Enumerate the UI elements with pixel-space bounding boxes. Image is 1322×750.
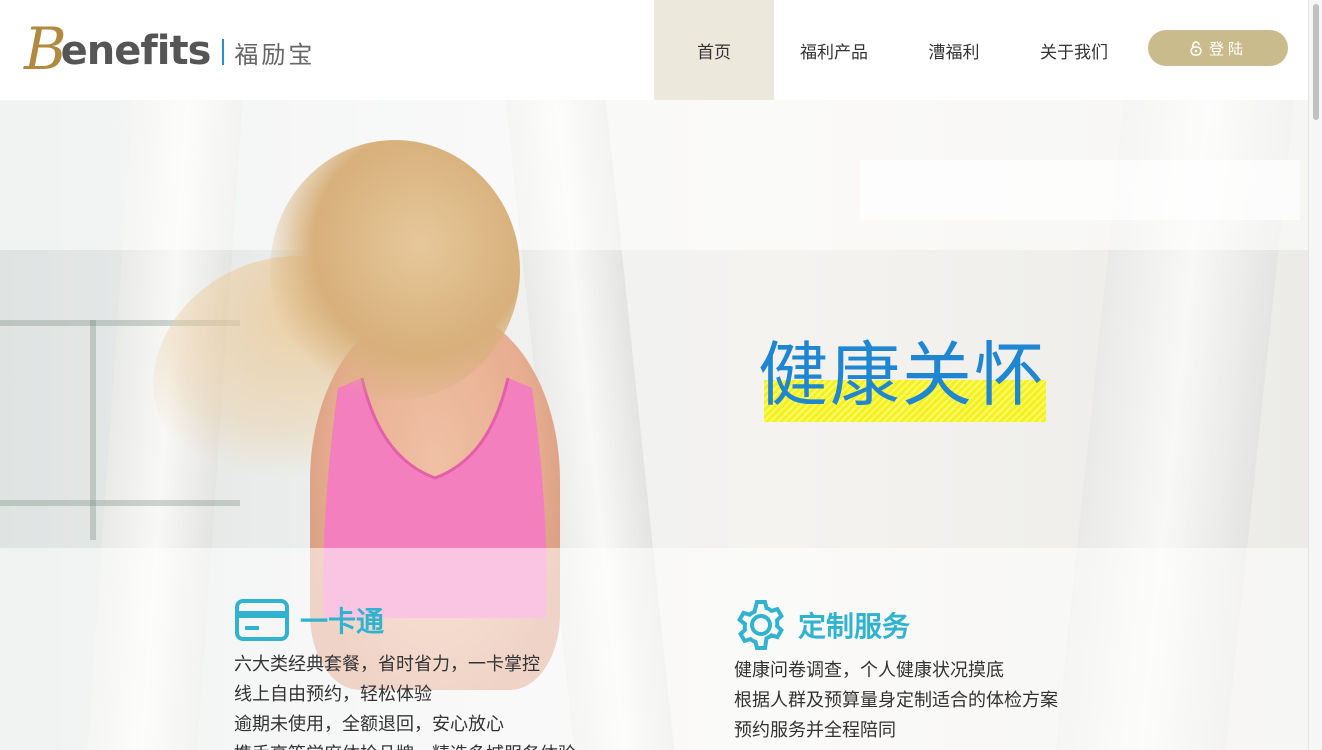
feature-description: 六大类经典套餐，省时省力，一卡掌控 线上自由预约，轻松体验 逾期未使用，全额退回… <box>234 650 576 750</box>
feature-description: 健康问卷调查，个人健康状况摸底 根据人群及预算量身定制适合的体检方案 预约服务并… <box>734 656 1058 746</box>
nav-item-caofuli[interactable]: 漕福利 <box>894 0 1014 100</box>
feature-line: 健康问卷调查，个人健康状况摸底 <box>734 660 1004 681</box>
gear-icon <box>736 600 784 650</box>
page-scrollbar[interactable] <box>1308 0 1322 750</box>
feature-title-text: 一卡通 <box>300 605 385 638</box>
hero-headline: 健康关怀 <box>758 334 1046 416</box>
railing <box>90 320 96 540</box>
feature-line: 携手高等学府体检品牌，精选多城服务体验 <box>234 740 576 750</box>
site-logo[interactable]: B enefits 福励宝 <box>24 18 315 80</box>
card-icon <box>235 599 289 641</box>
feature-card-onecard: 一卡通 六大类经典套餐，省时省力，一卡掌控 线上自由预约，轻松体验 逾期未使用，… <box>234 598 576 750</box>
runner-head <box>270 140 520 400</box>
site-header: B enefits 福励宝 首页 福利产品 漕福利 关于我们 登陆 <box>0 0 1308 100</box>
logo-wordmark: enefits <box>60 28 212 74</box>
feature-title: 定制服务 <box>734 598 1058 652</box>
feature-line: 六大类经典套餐，省时省力，一卡掌控 <box>234 654 540 675</box>
nav-item-products[interactable]: 福利产品 <box>774 0 894 100</box>
bridge-beam <box>860 160 1300 220</box>
feature-line: 逾期未使用，全额退回，安心放心 <box>234 714 504 735</box>
feature-card-custom: 定制服务 健康问卷调查，个人健康状况摸底 根据人群及预算量身定制适合的体检方案 … <box>734 598 1058 746</box>
feature-line: 预约服务并全程陪同 <box>734 720 896 741</box>
logo-chinese-name: 福励宝 <box>234 40 316 69</box>
feature-line: 线上自由预约，轻松体验 <box>234 684 432 705</box>
feature-title-text: 定制服务 <box>798 610 911 643</box>
scrollbar-thumb[interactable] <box>1313 4 1319 120</box>
feature-panel-backdrop <box>0 548 1308 750</box>
logo-divider <box>222 39 225 65</box>
nav-item-about[interactable]: 关于我们 <box>1014 0 1134 100</box>
lock-icon <box>1190 41 1202 56</box>
nav-item-home[interactable]: 首页 <box>654 0 774 100</box>
feature-line: 根据人群及预算量身定制适合的体检方案 <box>734 690 1058 711</box>
login-label: 登陆 <box>1208 39 1247 58</box>
main-nav: 首页 福利产品 漕福利 关于我们 <box>654 0 1134 100</box>
feature-title: 一卡通 <box>234 598 576 642</box>
login-button[interactable]: 登陆 <box>1148 30 1288 66</box>
hero-banner: 健康关怀 一卡通 六大类经典套餐，省时省力，一卡掌控 线上自由预约，轻松体验 逾… <box>0 100 1308 750</box>
